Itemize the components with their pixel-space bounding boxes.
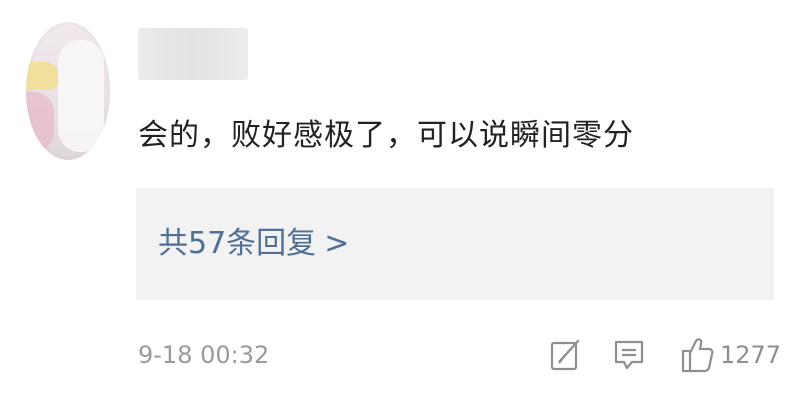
avatar-blur-region (26, 92, 54, 152)
chevron-right-icon: > (324, 226, 350, 261)
timestamp: 9-18 00:32 (138, 341, 270, 369)
username-redacted[interactable] (138, 28, 248, 80)
edit-button[interactable] (548, 332, 582, 378)
replies-count-label: 共57条回复 (158, 226, 317, 261)
like-count: 1277 (720, 341, 782, 369)
comment-text: 会的，败好感极了，可以说瞬间零分 (138, 118, 634, 153)
thumbs-up-icon (681, 338, 714, 373)
avatar[interactable] (26, 22, 110, 160)
avatar-blur-region (58, 40, 104, 152)
like-button[interactable]: 1277 (680, 332, 781, 378)
view-replies-link[interactable]: 共57条回复 > (158, 224, 349, 264)
comment-icon (614, 340, 644, 370)
replies-panel[interactable]: 共57条回复 > (136, 188, 774, 300)
avatar-blur-region (26, 62, 60, 90)
edit-icon (550, 339, 580, 371)
comment-button[interactable] (612, 332, 646, 378)
